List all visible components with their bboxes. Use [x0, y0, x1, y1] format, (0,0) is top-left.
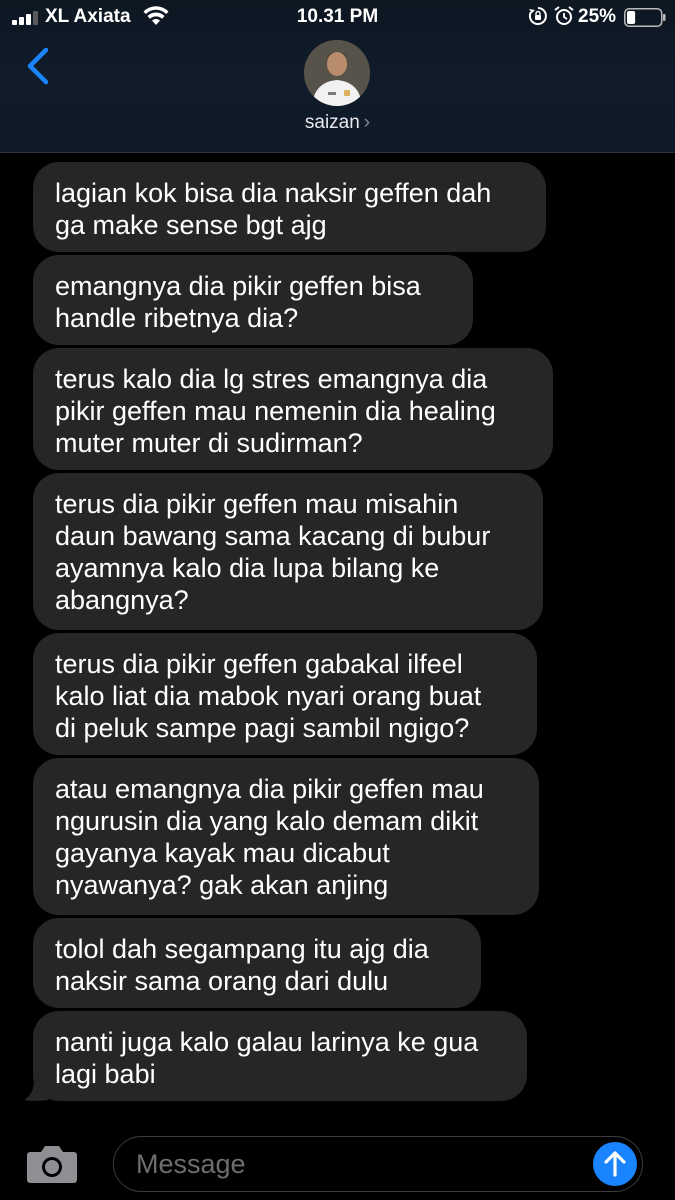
message-input-placeholder: Message — [136, 1149, 246, 1179]
battery-icon — [624, 8, 666, 27]
message-bubble[interactable]: emangnya dia pikir geffen bisa handle ri… — [33, 255, 473, 345]
conversation-header: XL Axiata 10.31 PM 25% saizan › — [0, 0, 675, 153]
contact-name: saizan — [304, 112, 360, 133]
message-bubble[interactable]: lagian kok bisa dia naksir geffen dah ga… — [33, 162, 546, 252]
message-bubble[interactable]: nanti juga kalo galau larinya ke gua lag… — [33, 1011, 527, 1101]
contact-name-button[interactable]: saizan › — [0, 112, 675, 134]
arrow-up-icon — [604, 1151, 626, 1177]
message-bubble[interactable]: terus dia pikir geffen mau misahin daun … — [33, 473, 543, 630]
message-bubble[interactable]: atau emangnya dia pikir geffen mau nguru… — [33, 758, 539, 915]
message-bubble[interactable]: terus dia pikir geffen gabakal ilfeel ka… — [33, 633, 537, 755]
battery-percentage: 25% — [578, 6, 617, 27]
send-button[interactable] — [593, 1142, 637, 1186]
chevron-right-icon: › — [363, 112, 371, 133]
message-bubble[interactable]: terus kalo dia lg stres emangnya dia pik… — [33, 348, 553, 470]
status-bar: XL Axiata 10.31 PM 25% — [0, 0, 675, 36]
chevron-left-icon[interactable] — [20, 46, 56, 86]
bubble-tail — [24, 1080, 48, 1101]
rotation-lock-icon — [528, 7, 547, 25]
message-list[interactable]: lagian kok bisa dia naksir geffen dah ga… — [0, 152, 675, 1122]
contact-photo — [304, 40, 370, 106]
camera-icon[interactable] — [26, 1142, 78, 1184]
avatar[interactable] — [304, 40, 370, 106]
message-bubble[interactable]: tolol dah segampang itu ajg dia naksir s… — [33, 918, 481, 1008]
alarm-icon — [554, 6, 574, 25]
